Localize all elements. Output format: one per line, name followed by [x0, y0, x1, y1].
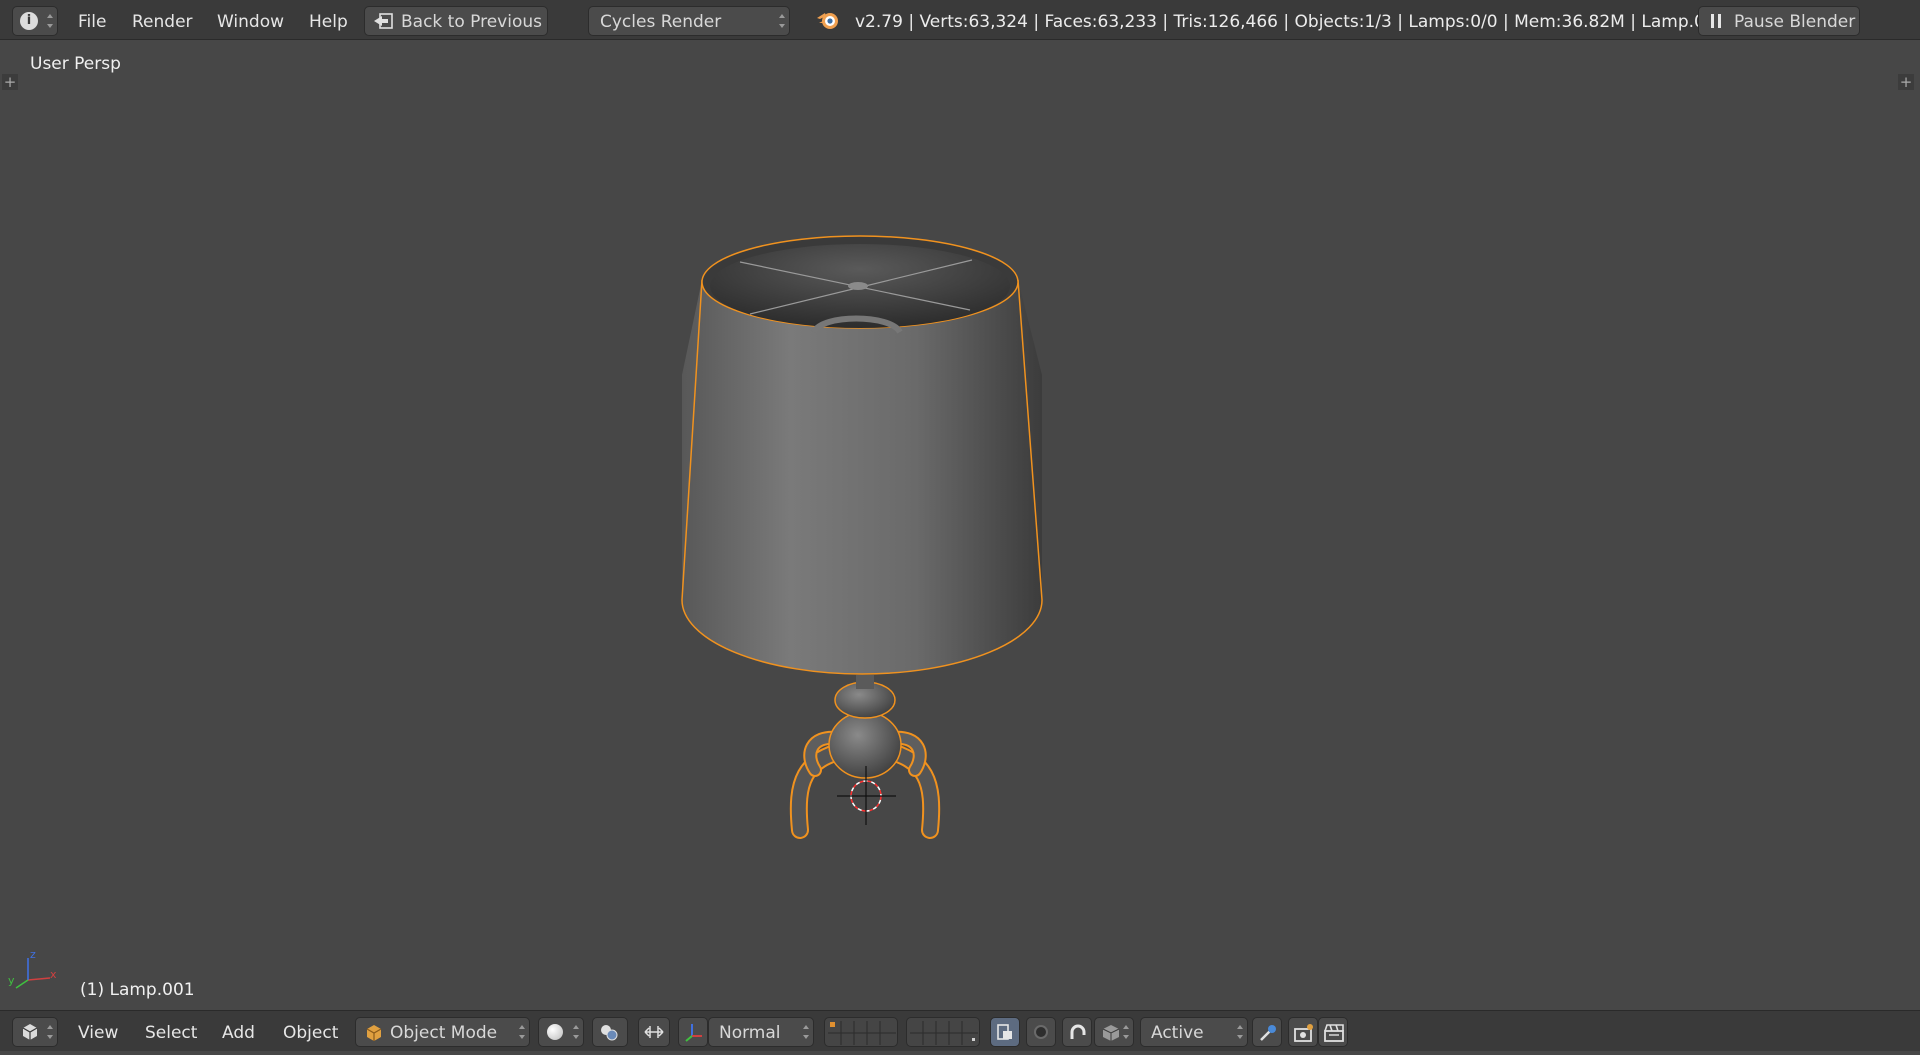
updown-arrows-icon	[573, 1025, 579, 1039]
menu-render[interactable]: Render	[132, 0, 193, 40]
render-engine-label: Cycles Render	[600, 12, 722, 32]
back-to-previous-label: Back to Previous	[401, 12, 542, 32]
render-engine-selector[interactable]: Cycles Render	[588, 6, 790, 36]
view-perspective-label: User Persp	[30, 54, 121, 74]
editor-type-selector[interactable]: i	[12, 6, 58, 36]
lock-camera-layers-toggle[interactable]	[990, 1017, 1020, 1047]
pause-icon	[1711, 14, 1723, 28]
opengl-render-button[interactable]	[1252, 1017, 1282, 1047]
menu-view[interactable]: View	[78, 1011, 118, 1051]
active-object-label: (1) Lamp.001	[80, 980, 195, 1000]
properties-toggle-plus-icon[interactable]: +	[1898, 74, 1914, 90]
back-to-previous-button[interactable]: Back to Previous	[364, 6, 548, 36]
snap-target-mode-label: Active	[1151, 1023, 1204, 1043]
updown-arrows-icon	[1123, 1025, 1129, 1039]
axis-gizmo: x z y	[8, 948, 56, 989]
layers-icon	[910, 1021, 978, 1045]
scene-layers-group-2[interactable]	[906, 1017, 980, 1047]
opengl-render-icon	[1260, 1025, 1276, 1041]
lamp-model[interactable]	[600, 180, 1120, 850]
3d-view-header: View Select Add Object Object Mode Norma…	[0, 1010, 1920, 1051]
manipulator-icon	[644, 1026, 664, 1038]
render-camera-icon	[1294, 1024, 1313, 1042]
updown-arrows-icon	[519, 1025, 525, 1039]
scene-statistics: v2.79 | Verts:63,324 | Faces:63,233 | Tr…	[855, 12, 1727, 32]
proportional-edit-icon	[1034, 1025, 1048, 1039]
transform-orientation-icon	[685, 1024, 702, 1042]
scene-layers-group-1[interactable]	[824, 1017, 898, 1047]
editor-type-selector[interactable]	[12, 1017, 58, 1047]
menu-select[interactable]: Select	[145, 1011, 197, 1051]
interaction-mode-label: Object Mode	[390, 1023, 498, 1043]
manipulator-toggle[interactable]	[638, 1017, 670, 1047]
transform-orientation-label: Normal	[719, 1023, 781, 1043]
transform-orientation-selector[interactable]: Normal	[708, 1017, 814, 1047]
axis-z-label: z	[30, 948, 36, 961]
menu-object[interactable]: Object	[283, 1011, 338, 1051]
pivot-point-selector[interactable]	[592, 1017, 628, 1047]
menu-help[interactable]: Help	[309, 0, 348, 40]
3d-viewport[interactable]: User Persp + + x z y (1) Lamp.001	[0, 40, 1920, 1010]
pause-blender-label: Pause Blender	[1734, 12, 1856, 32]
layers-icon	[828, 1021, 896, 1045]
render-animation-icon	[1324, 1024, 1344, 1042]
menu-file[interactable]: File	[78, 0, 106, 40]
render-still-button[interactable]	[1288, 1017, 1318, 1047]
pause-blender-button[interactable]: Pause Blender	[1698, 6, 1860, 36]
snap-toggle[interactable]	[1062, 1017, 1092, 1047]
menu-window[interactable]: Window	[217, 0, 284, 40]
snap-target-mode-selector[interactable]: Active	[1140, 1017, 1248, 1047]
proportional-edit-toggle[interactable]	[1026, 1017, 1056, 1047]
info-header: i File Render Window Help Back to Previo…	[0, 0, 1920, 40]
menu-add[interactable]: Add	[222, 1011, 255, 1051]
pivot-point-icon	[601, 1025, 618, 1041]
3d-cursor-icon	[837, 766, 896, 825]
updown-arrows-icon	[779, 14, 785, 28]
lamp-shade	[681, 235, 1043, 675]
object-mode-cube-icon	[366, 1025, 382, 1041]
viewport-shading-sphere-icon	[547, 1024, 563, 1040]
blender-logo-icon	[817, 13, 838, 29]
back-arrow-icon	[374, 13, 393, 29]
updown-arrows-icon	[803, 1025, 809, 1039]
snap-target-icon	[1102, 1025, 1120, 1041]
editor-type-cube-icon	[22, 1024, 38, 1040]
updown-arrows-icon	[47, 14, 53, 28]
toolshelf-toggle-plus-icon[interactable]: +	[2, 74, 18, 90]
transform-manipulator-toggle[interactable]	[678, 1017, 708, 1047]
axis-y-label: y	[8, 974, 15, 987]
snap-element-selector[interactable]	[1094, 1017, 1134, 1047]
updown-arrows-icon	[47, 1025, 53, 1039]
lock-camera-icon	[997, 1024, 1012, 1040]
lamp-base	[789, 675, 941, 839]
info-icon: i	[20, 12, 38, 30]
render-animation-button[interactable]	[1318, 1017, 1348, 1047]
snap-icon	[1070, 1024, 1086, 1039]
viewport-shading-selector[interactable]	[538, 1017, 584, 1047]
updown-arrows-icon	[1237, 1025, 1243, 1039]
interaction-mode-selector[interactable]: Object Mode	[355, 1017, 530, 1047]
axis-x-label: x	[50, 968, 56, 981]
